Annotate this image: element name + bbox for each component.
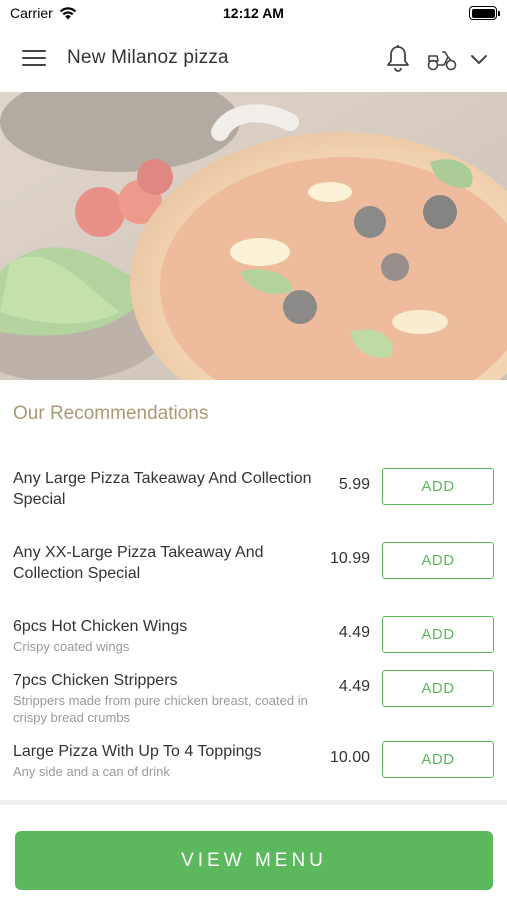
item-price: 10.00: [329, 749, 370, 766]
item-price: 5.99: [338, 476, 370, 493]
divider: [0, 800, 507, 805]
item-description: Any side and a can of drink: [13, 764, 170, 779]
add-button[interactable]: ADD: [382, 616, 494, 653]
scooter-icon[interactable]: [426, 45, 458, 73]
menu-icon[interactable]: [22, 50, 46, 68]
item-description: Strippers made from pure chicken breast,…: [13, 693, 308, 725]
item-name: 6pcs Hot Chicken Wings: [13, 618, 188, 635]
item-name: Any XX-Large Pizza Takeaway And Collecti…: [13, 544, 264, 582]
restaurant-title: New Milanoz pizza: [67, 47, 229, 68]
hero-pizza-image: [0, 92, 507, 380]
battery-icon: [469, 6, 500, 20]
item-name: 7pcs Chicken Strippers: [13, 672, 178, 689]
status-time: 12:12 AM: [223, 5, 284, 21]
item-price: 4.49: [338, 678, 370, 695]
view-menu-button[interactable]: VIEW MENU: [15, 831, 493, 890]
item-price: 4.49: [338, 624, 370, 641]
chevron-down-icon[interactable]: [468, 50, 490, 68]
recommendations-heading: Our Recommendations: [13, 403, 209, 424]
status-bar: Carrier 12:12 AM: [0, 0, 507, 28]
item-name: Large Pizza With Up To 4 Toppings: [13, 743, 262, 760]
add-button[interactable]: ADD: [382, 542, 494, 579]
item-price: 10.99: [329, 550, 370, 567]
item-name: Any Large Pizza Takeaway And Collection …: [13, 470, 312, 508]
add-button[interactable]: ADD: [382, 670, 494, 707]
add-button[interactable]: ADD: [382, 468, 494, 505]
bell-icon[interactable]: [384, 44, 412, 74]
add-button[interactable]: ADD: [382, 741, 494, 778]
app-header: New Milanoz pizza: [0, 28, 507, 92]
item-description: Crispy coated wings: [13, 639, 130, 654]
